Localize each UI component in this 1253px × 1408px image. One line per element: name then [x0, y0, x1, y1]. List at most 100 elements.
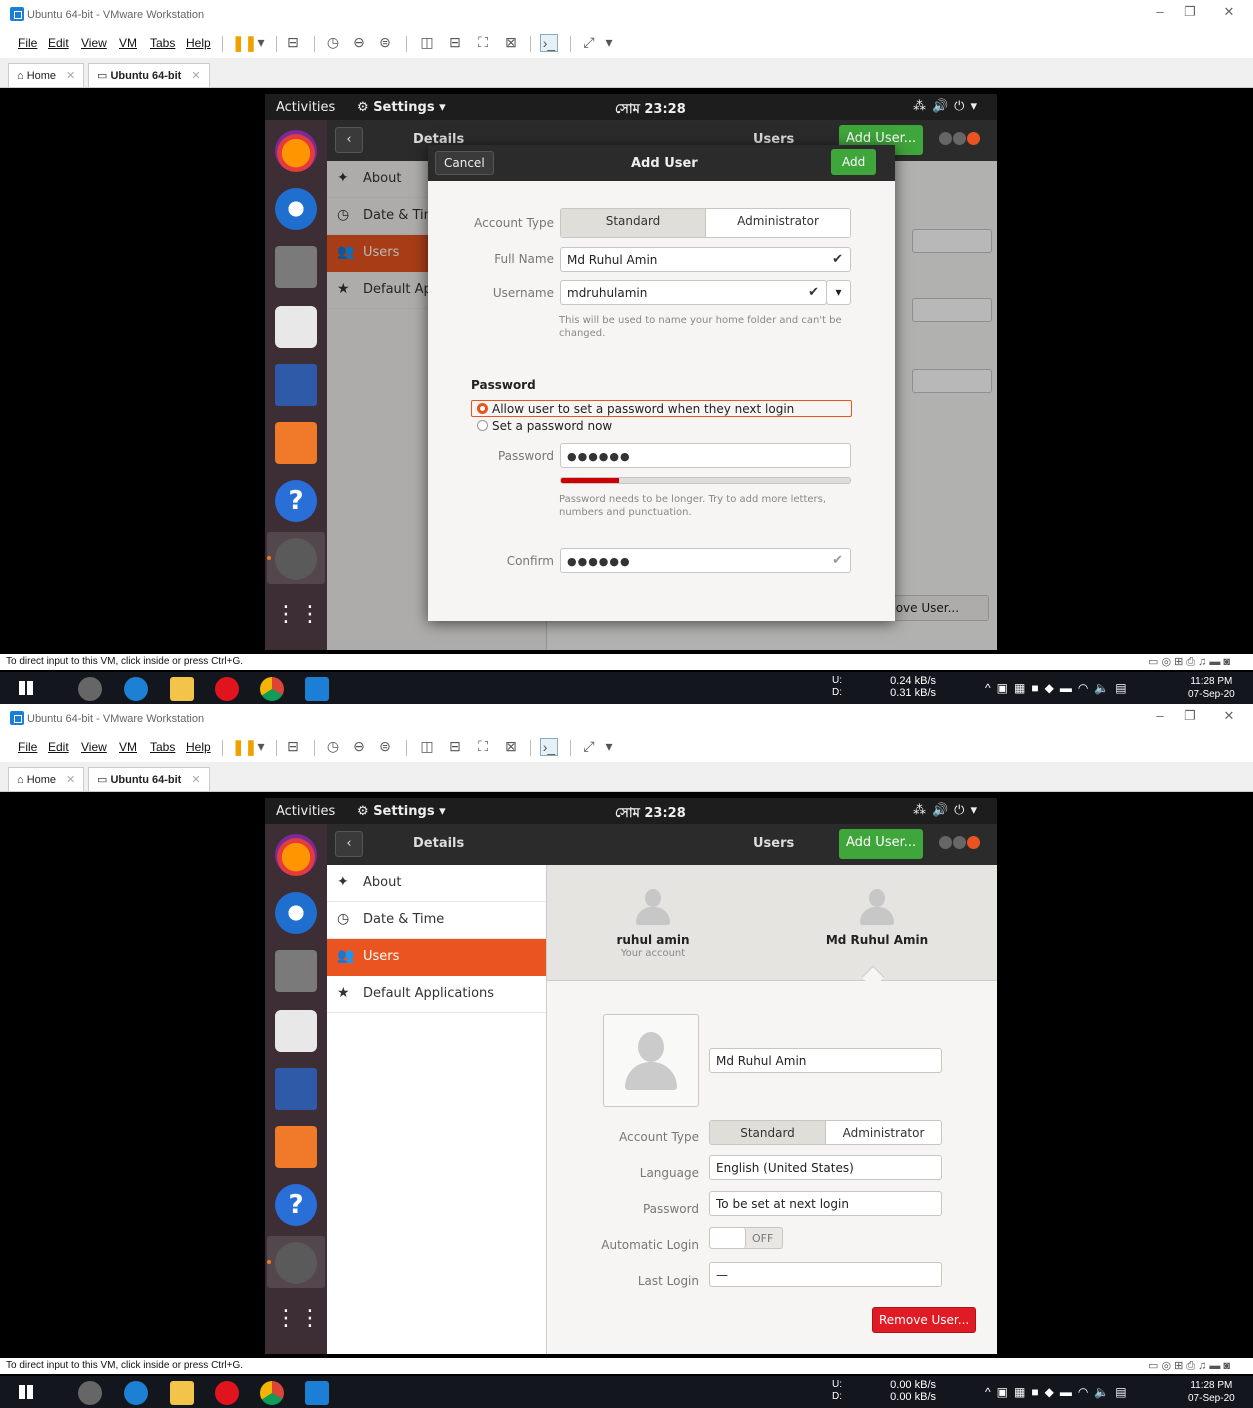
window-controls[interactable] — [939, 836, 981, 853]
sidebar-item-about[interactable]: ✦ About — [327, 865, 546, 902]
administrator-option[interactable]: Administrator — [826, 1121, 941, 1144]
edge-icon[interactable] — [124, 677, 148, 701]
user-avatar-icon[interactable] — [633, 887, 673, 927]
thunderbird-icon[interactable] — [275, 892, 317, 934]
menu-edit[interactable]: Edit — [48, 740, 69, 754]
window-controls[interactable] — [939, 132, 981, 149]
app-tool-icon[interactable] — [78, 1381, 102, 1405]
opera-icon[interactable] — [215, 677, 239, 701]
username-combo[interactable]: mdruhulamin ✔ — [560, 280, 827, 305]
top-clock[interactable]: সোম 23:28 — [615, 804, 686, 825]
windows-start-icon[interactable] — [19, 681, 33, 695]
menu-view[interactable]: View — [81, 36, 107, 50]
opera-icon[interactable] — [215, 1381, 239, 1405]
username-dropdown-button[interactable]: ▾ — [826, 280, 851, 305]
user1-name[interactable]: ruhul amin — [587, 933, 719, 947]
full-name-field[interactable]: Md Ruhul Amin — [709, 1048, 942, 1073]
writer-icon[interactable] — [275, 364, 317, 406]
radio-set-now[interactable] — [477, 420, 488, 431]
chrome-icon[interactable] — [260, 677, 284, 701]
tab-home[interactable]: ⌂ Home ✕ — [8, 767, 85, 791]
password-input[interactable]: ●●●●●● — [560, 443, 851, 468]
settings-tools-icon[interactable] — [275, 1242, 317, 1284]
menu-tabs[interactable]: Tabs — [150, 36, 175, 50]
revert-snapshot-icon[interactable]: ⊖ — [350, 34, 368, 52]
tab-home[interactable]: ⌂ Home ✕ — [8, 63, 85, 87]
fullscreen-icon[interactable]: ⛶ — [474, 34, 492, 52]
close-icon[interactable]: ✕ — [1219, 708, 1239, 728]
firefox-icon[interactable] — [275, 130, 317, 172]
pause-icon[interactable]: ❚❚ — [232, 738, 257, 756]
user2-name[interactable]: Md Ruhul Amin — [797, 933, 957, 947]
standard-option[interactable]: Standard — [710, 1121, 826, 1144]
taskbar-clock[interactable]: 11:28 PM 07-Sep-20 — [1188, 675, 1235, 701]
unity-icon[interactable]: ⊠ — [502, 34, 520, 52]
library-icon[interactable]: ◫ — [418, 34, 436, 52]
close-tab-icon[interactable]: ✕ — [191, 70, 200, 82]
show-apps-icon[interactable]: ⋮⋮ — [275, 596, 321, 638]
menu-tabs[interactable]: Tabs — [150, 740, 175, 754]
back-button[interactable]: ‹ — [335, 127, 363, 153]
system-tray[interactable]: ^▣▦■◆▬◠🔈▤ — [985, 1385, 1133, 1399]
menu-vm[interactable]: VM — [119, 740, 137, 754]
vmware-taskbar-icon[interactable] — [305, 1381, 329, 1405]
thunderbird-icon[interactable] — [275, 188, 317, 230]
stretch-icon[interactable]: ⤢ — [580, 738, 598, 756]
device-tray[interactable]: ▭◎⊞⎙♫▬◙ — [1148, 1359, 1233, 1373]
stretch-icon[interactable]: ⤢ — [580, 34, 598, 52]
cancel-button[interactable]: Cancel — [435, 151, 494, 175]
settings-app-menu[interactable]: ⚙ Settings ▾ — [357, 804, 446, 819]
help-icon[interactable]: ? — [275, 1184, 317, 1226]
radio-next-login[interactable] — [477, 403, 488, 414]
menu-vm[interactable]: VM — [119, 36, 137, 50]
files-icon[interactable] — [275, 950, 317, 992]
software-center-icon[interactable] — [275, 1126, 317, 1168]
standard-option[interactable]: Standard — [561, 209, 706, 237]
vmware-taskbar-icon[interactable] — [305, 677, 329, 701]
system-menu[interactable]: ⁂🔊⏻▾ — [913, 99, 983, 114]
explorer-icon[interactable] — [170, 1381, 194, 1405]
lastlogin-button[interactable]: — — [709, 1262, 942, 1287]
user-photo-button[interactable] — [603, 1014, 699, 1107]
menu-file[interactable]: File — [18, 740, 37, 754]
snapshot-icon[interactable]: ◷ — [324, 34, 342, 52]
password-button[interactable]: To be set at next login — [709, 1191, 942, 1216]
firefox-icon[interactable] — [275, 834, 317, 876]
rhythmbox-icon[interactable] — [275, 306, 317, 348]
minimize-icon[interactable]: – — [1150, 708, 1170, 728]
sidebar-item-users[interactable]: 👥 Users — [327, 939, 546, 976]
taskbar-clock[interactable]: 11:28 PM 07-Sep-20 — [1188, 1379, 1235, 1405]
activities-button[interactable]: Activities — [276, 804, 335, 819]
console-icon[interactable]: ›_ — [540, 738, 558, 756]
tab-ubuntu[interactable]: ▭ Ubuntu 64-bit ✕ — [88, 63, 210, 87]
settings-app-menu[interactable]: ⚙ Settings ▾ — [357, 100, 446, 115]
user-avatar-icon[interactable] — [857, 887, 897, 927]
ubuntu-guest-screen[interactable]: Activities ⚙ Settings ▾ সোম 23:28 ⁂🔊⏻▾ ?… — [265, 798, 997, 1354]
top-clock[interactable]: সোম 23:28 — [615, 100, 686, 121]
unity-icon[interactable]: ⊠ — [502, 738, 520, 756]
minimize-icon[interactable]: – — [1150, 4, 1170, 24]
remove-user-button[interactable]: Remove User... — [872, 1307, 977, 1333]
revert-snapshot-icon[interactable]: ⊖ — [350, 738, 368, 756]
language-button[interactable]: English (United States) — [709, 1155, 942, 1180]
windows-start-icon[interactable] — [19, 1385, 33, 1399]
sidebar-item-default-applications[interactable]: ★ Default Applications — [327, 976, 546, 1013]
fullscreen-icon[interactable]: ⛶ — [474, 738, 492, 756]
system-tray[interactable]: ^▣▦■◆▬◠🔈▤ — [985, 681, 1133, 695]
send-keys-icon[interactable]: ⊟ — [284, 34, 302, 52]
full-name-input[interactable]: Md Ruhul Amin ✔ — [560, 247, 851, 272]
option-next-login-row[interactable]: Allow user to set a password when they n… — [471, 400, 852, 417]
snapshot-manager-icon[interactable]: ⊜ — [376, 34, 394, 52]
device-tray[interactable]: ▭◎⊞⎙♫▬◙ — [1148, 655, 1233, 669]
files-icon[interactable] — [275, 246, 317, 288]
close-tab-icon[interactable]: ✕ — [66, 774, 75, 786]
app-tool-icon[interactable] — [78, 677, 102, 701]
menu-file[interactable]: File — [18, 36, 37, 50]
stretch-dropdown-icon[interactable]: ▾ — [600, 34, 618, 52]
tab-ubuntu[interactable]: ▭ Ubuntu 64-bit ✕ — [88, 767, 210, 791]
activities-button[interactable]: Activities — [276, 100, 335, 115]
menu-edit[interactable]: Edit — [48, 36, 69, 50]
dropdown-icon[interactable]: ▾ — [252, 738, 270, 756]
thumbnail-icon[interactable]: ⊟ — [446, 34, 464, 52]
rhythmbox-icon[interactable] — [275, 1010, 317, 1052]
